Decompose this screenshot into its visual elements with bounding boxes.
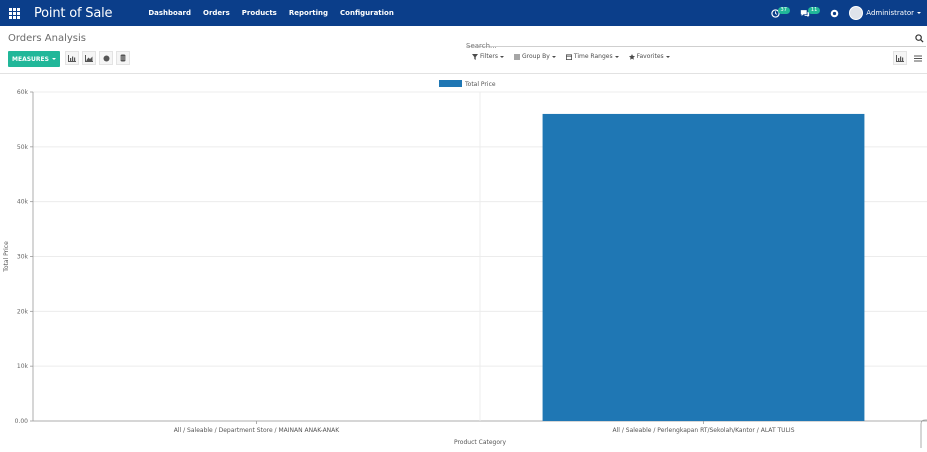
filters-label: Filters (480, 53, 498, 60)
list-view-button[interactable] (911, 51, 925, 65)
activities-button[interactable]: 37 (770, 7, 790, 18)
chevron-down-icon (500, 55, 504, 58)
chevron-down-icon (51, 58, 56, 60)
bar-chart-button[interactable] (65, 51, 79, 65)
chevron-down-icon (551, 55, 556, 58)
filters-dropdown[interactable]: Filters (472, 53, 504, 60)
bar-chart-icon (896, 54, 904, 62)
filter-icon (472, 53, 478, 60)
app-brand: Point of Sale (34, 5, 113, 21)
menu-orders[interactable]: Orders (197, 9, 236, 17)
systray: 37 11 Administrator (770, 0, 921, 26)
favorites-label: Favorites (636, 53, 664, 60)
time-ranges-label: Time Ranges (573, 53, 613, 60)
messages-badge: 11 (807, 7, 821, 14)
menu-dashboard[interactable]: Dashboard (142, 9, 197, 17)
support-icon (831, 9, 839, 17)
y-tick-label: 50k (17, 144, 29, 151)
list-icon (514, 54, 520, 59)
search-bar (466, 33, 926, 50)
y-tick-label: 30k (17, 254, 29, 261)
calendar-icon (565, 53, 572, 60)
graph-mode-buttons (65, 51, 130, 65)
chart-area: 0.00 10k 20k 30k 40k 50k 60k All / Saleable / D… (0, 74, 927, 448)
search-options: Filters Group By Time Ranges Favorites (472, 53, 670, 60)
control-panel: Orders Analysis MEASURES Filters Group B… (0, 26, 927, 74)
chevron-down-icon (665, 55, 670, 58)
pie-chart-button[interactable] (99, 51, 113, 65)
pie-chart-icon (103, 55, 109, 61)
y-tick-label: 40k (17, 199, 29, 206)
menu-configuration[interactable]: Configuration (334, 9, 400, 17)
legend-swatch (439, 80, 462, 87)
view-switcher (893, 51, 925, 65)
x-axis-label: Product Category (454, 439, 507, 446)
x-tick-label: All / Saleable / Perlengkapan RT/Sekolah… (613, 427, 795, 434)
line-chart-icon (85, 54, 93, 62)
y-tick-label: 10k (17, 363, 29, 370)
messages-button[interactable]: 11 (800, 7, 821, 18)
legend-label: Total Price (464, 81, 496, 88)
y-tick-label: 60k (17, 89, 29, 96)
scroll-corner (920, 419, 927, 448)
y-axis-label: Total Price (3, 241, 10, 273)
x-tick-label: All / Saleable / Department Store / MAIN… (174, 427, 340, 434)
measures-label: MEASURES (12, 55, 49, 63)
graph-view-button[interactable] (893, 51, 907, 65)
bar (542, 113, 865, 421)
top-navbar: Point of Sale Dashboard Orders Products … (0, 0, 927, 26)
line-chart-button[interactable] (82, 51, 96, 65)
chevron-down-icon (614, 55, 619, 58)
database-icon (120, 54, 126, 62)
star-icon (628, 53, 635, 60)
search-icon[interactable] (915, 34, 924, 43)
avatar (849, 6, 864, 20)
favorites-dropdown[interactable]: Favorites (628, 53, 670, 60)
stack-button[interactable] (116, 51, 130, 65)
y-tick-label: 20k (17, 308, 29, 315)
group-by-label: Group By (522, 53, 550, 60)
time-ranges-dropdown[interactable]: Time Ranges (565, 53, 619, 60)
measures-button[interactable]: MEASURES (8, 51, 60, 67)
support-button[interactable] (830, 9, 839, 18)
user-name: Administrator (866, 9, 914, 17)
main-menu: Dashboard Orders Products Reporting Conf… (142, 9, 400, 17)
list-icon (914, 55, 922, 61)
apps-menu-icon[interactable] (2, 0, 26, 26)
chevron-down-icon (917, 12, 921, 14)
user-menu[interactable]: Administrator (849, 6, 921, 20)
bar-chart-icon (68, 54, 76, 62)
breadcrumb: Orders Analysis (8, 33, 87, 44)
search-input[interactable] (466, 42, 896, 50)
y-tick-label: 0.00 (15, 418, 29, 425)
activities-badge: 37 (777, 7, 790, 14)
menu-reporting[interactable]: Reporting (283, 9, 334, 17)
group-by-dropdown[interactable]: Group By (514, 53, 556, 60)
menu-products[interactable]: Products (236, 9, 283, 17)
bar-chart: 0.00 10k 20k 30k 40k 50k 60k All / Saleable / D… (3, 80, 927, 448)
